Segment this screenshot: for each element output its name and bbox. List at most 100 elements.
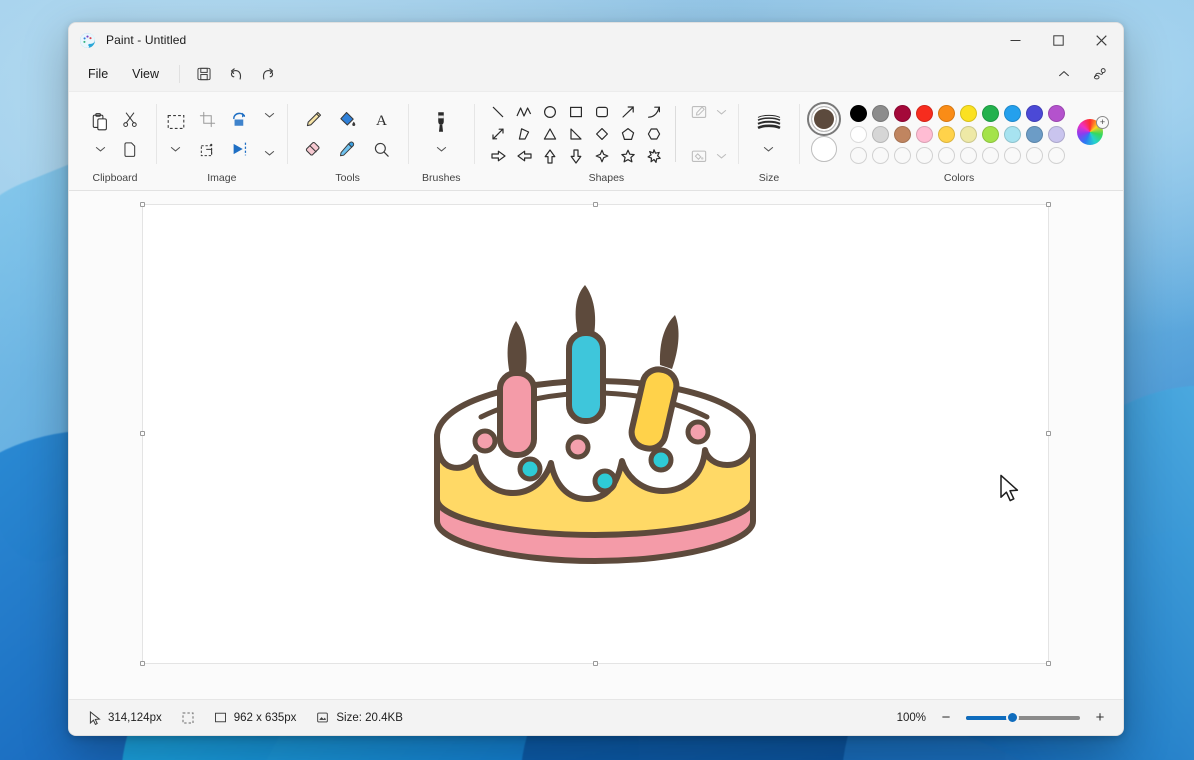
shape-arrow-right-block[interactable] [486,146,511,167]
close-button[interactable] [1080,23,1123,57]
shape-double-arrow[interactable] [486,124,511,145]
shape-fill-dropdown[interactable] [684,141,727,171]
canvas-handle-bottom-right[interactable] [1046,661,1051,666]
color-swatch[interactable] [872,105,889,122]
shape-arrow-up-block[interactable] [538,146,563,167]
shape-diamond[interactable] [590,124,615,145]
canvas-handle-top-left[interactable] [140,202,145,207]
size-split-button[interactable] [754,107,784,161]
color-swatch[interactable] [982,126,999,143]
title-bar[interactable]: Paint - Untitled [69,23,1123,57]
rotate-dropdown[interactable] [257,103,283,127]
canvas-area[interactable] [69,191,1123,699]
color-swatch-cell[interactable] [957,124,979,145]
color-swatch[interactable] [938,126,955,143]
color-swatch[interactable] [1026,105,1043,122]
size-dropdown[interactable] [756,137,782,161]
color-swatch[interactable] [916,126,933,143]
save-button[interactable] [189,61,219,87]
shape-oval[interactable] [538,102,563,123]
color-swatch[interactable] [894,105,911,122]
eyedropper-button[interactable] [333,134,363,164]
color-swatch[interactable] [1026,126,1043,143]
shape-curved-arrow[interactable] [642,102,667,123]
color-swatch-cell[interactable] [1045,145,1067,166]
text-button[interactable]: A [367,104,397,134]
canvas-handle-top-center[interactable] [593,202,598,207]
color-swatch-cell[interactable] [891,124,913,145]
color-swatch[interactable] [894,126,911,143]
brushes-dropdown[interactable] [428,137,454,161]
size-button[interactable] [754,107,784,137]
paste-dropdown[interactable] [87,137,113,161]
shape-polygon[interactable] [512,124,537,145]
color-swatch-cell[interactable] [869,103,891,124]
zoom-in-button[interactable]: + [1091,709,1109,727]
eraser-button[interactable] [299,134,329,164]
undo-button[interactable] [221,61,251,87]
color-swatch[interactable] [850,105,867,122]
shape-arrow[interactable] [616,102,641,123]
paste-split-button[interactable] [85,107,115,161]
color-swatch-cell[interactable] [957,103,979,124]
minimize-button[interactable] [994,23,1037,57]
color-swatch-cell[interactable] [1045,124,1067,145]
color-swatch-cell[interactable] [869,145,891,166]
secondary-color-swatch[interactable] [811,136,837,162]
drawing-canvas[interactable] [143,205,1048,663]
empty-color-slot[interactable] [1048,147,1065,164]
select-dropdown[interactable] [163,137,189,161]
color-swatch[interactable] [1004,105,1021,122]
canvas-handle-top-right[interactable] [1046,202,1051,207]
select-button[interactable] [161,107,191,137]
shape-rounded-rectangle[interactable] [590,102,615,123]
shape-five-point-star[interactable] [616,146,641,167]
edit-colors-button[interactable]: + [1077,119,1107,149]
cut-button[interactable] [115,104,145,134]
color-swatch[interactable] [960,105,977,122]
color-swatch-cell[interactable] [1001,103,1023,124]
maximize-button[interactable] [1037,23,1080,57]
color-swatch-cell[interactable] [913,145,935,166]
empty-color-slot[interactable] [1026,147,1043,164]
shape-right-triangle[interactable] [564,124,589,145]
empty-color-slot[interactable] [960,147,977,164]
shape-line[interactable] [486,102,511,123]
shape-four-point-star[interactable] [590,146,615,167]
shape-curve[interactable] [512,102,537,123]
empty-color-slot[interactable] [938,147,955,164]
empty-color-slot[interactable] [894,147,911,164]
empty-color-slot[interactable] [850,147,867,164]
color-swatch-cell[interactable] [891,103,913,124]
zoom-slider[interactable] [966,710,1080,726]
color-swatch[interactable] [916,105,933,122]
color-swatch[interactable] [938,105,955,122]
color-swatch-cell[interactable] [979,145,1001,166]
color-swatch-cell[interactable] [1045,103,1067,124]
brushes-button[interactable] [426,107,456,137]
canvas-handle-middle-left[interactable] [140,431,145,436]
canvas-handle-middle-right[interactable] [1046,431,1051,436]
canvas-handle-bottom-left[interactable] [140,661,145,666]
menu-view[interactable]: View [121,62,170,86]
color-swatch-cell[interactable] [847,124,869,145]
color-swatch[interactable] [1048,126,1065,143]
canvas-handle-bottom-center[interactable] [593,661,598,666]
color-swatch[interactable] [1004,126,1021,143]
color-swatch-cell[interactable] [1023,124,1045,145]
zoom-slider-thumb[interactable] [1006,711,1019,724]
color-swatch[interactable] [872,126,889,143]
color-swatch[interactable] [1048,105,1065,122]
flip-dropdown[interactable] [257,141,283,165]
paste-button[interactable] [85,107,115,137]
shape-arrow-left-block[interactable] [512,146,537,167]
color-swatch-cell[interactable] [847,103,869,124]
color-swatch-cell[interactable] [1001,124,1023,145]
color-swatch[interactable] [982,105,999,122]
fill-button[interactable] [333,104,363,134]
pencil-button[interactable] [299,104,329,134]
color-swatch-cell[interactable] [847,145,869,166]
color-swatch-cell[interactable] [891,145,913,166]
shape-outline-dropdown[interactable] [684,97,727,127]
empty-color-slot[interactable] [872,147,889,164]
